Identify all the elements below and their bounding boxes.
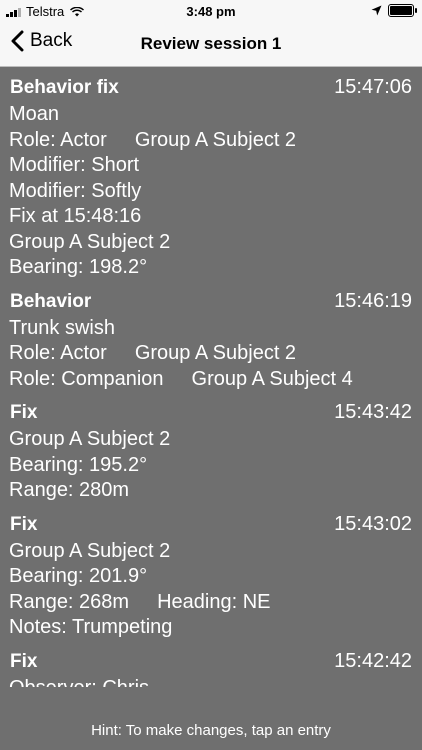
entry-detail-line: Trunk swish: [0, 316, 422, 342]
entry-detail-line: Notes: Trumpeting: [0, 615, 422, 641]
entry-detail-text: Group A Subject 2: [9, 428, 171, 450]
entry-detail-text: Notes: Trumpeting: [9, 616, 173, 638]
entry-detail-text: Group A Subject 4: [191, 367, 353, 390]
log-entry[interactable]: Behavior 15:46:19 Trunk swish Role: Actor Gr…: [0, 281, 422, 393]
entry-detail-line: Range: 268m Heading: NE: [0, 590, 422, 616]
location-arrow-icon: [371, 5, 382, 16]
entry-time: 15:43:42: [334, 401, 412, 423]
entry-detail-text: Bearing: 195.2°: [9, 453, 148, 476]
log-entry[interactable]: Fix 15:43:02 Group A Subject 2 Bearing: 201…: [0, 504, 422, 641]
entry-type: Fix: [10, 513, 38, 535]
clock: 3:48 pm: [186, 4, 236, 19]
battery-level-fill: [390, 6, 412, 15]
entry-detail-text: Range: 280m: [9, 479, 130, 501]
entry-time: 15:47:06: [334, 76, 412, 98]
entry-header: Fix 15:43:02: [0, 504, 422, 536]
entry-header: Fix 15:42:42: [0, 641, 422, 673]
entry-detail-text: Group A Subject 2: [9, 230, 171, 253]
page-title: Review session 1: [140, 34, 282, 53]
entry-type: Behavior fix: [10, 77, 119, 98]
entry-time: 15:43:02: [334, 512, 412, 535]
entry-type: Fix: [10, 650, 38, 672]
entry-detail-text: Trunk swish: [9, 316, 115, 339]
log-entry[interactable]: Fix 15:42:42 Observer: Chris: [0, 641, 422, 688]
hint-text: Hint: To make changes, tap an entry: [91, 722, 331, 739]
entry-detail-line: Role: Actor Group A Subject 2: [0, 341, 422, 367]
entry-detail-line: Fix at 15:48:16: [0, 204, 422, 230]
entry-detail-text: Group A Subject 2: [134, 128, 297, 151]
entry-detail-text: Bearing: 198.2°: [9, 256, 148, 278]
entry-details: Moan Role: Actor Group A Subject 2 Modifier…: [0, 99, 422, 281]
navigation-bar: Back Review session 1: [0, 22, 422, 67]
entry-detail-line: Group A Subject 2: [0, 427, 422, 453]
entry-header: Behavior fix 15:47:06: [0, 67, 422, 99]
entry-detail-line: Bearing: 195.2°: [0, 453, 422, 479]
entry-detail-line: Role: Companion Group A Subject 4: [0, 367, 422, 393]
entry-header: Fix 15:43:42: [0, 392, 422, 424]
entry-detail-text: Range: 268m: [9, 590, 130, 613]
entry-time: 15:46:19: [334, 289, 412, 312]
entries-list: Behavior fix 15:47:06 Moan Role: Actor Group…: [0, 67, 422, 687]
entry-type: Fix: [10, 402, 38, 423]
entry-detail-text: Role: Actor: [9, 128, 107, 151]
entry-detail-text: Modifier: Softly: [9, 179, 142, 202]
entry-detail-text: Moan: [9, 103, 60, 125]
entry-detail-text: Group A Subject 2: [134, 342, 297, 364]
entry-detail-line: Group A Subject 2: [0, 230, 422, 256]
entry-detail-text: Group A Subject 2: [9, 539, 171, 562]
entry-time: 15:42:42: [334, 649, 412, 672]
entry-details: Observer: Chris: [0, 673, 422, 688]
entry-detail-line: Modifier: Short: [0, 153, 422, 179]
entry-detail-line: Bearing: 198.2°: [0, 255, 422, 281]
entry-detail-line: Group A Subject 2: [0, 539, 422, 565]
battery-icon: [388, 4, 417, 17]
entry-details: Group A Subject 2 Bearing: 195.2° Range: 2…: [0, 424, 422, 504]
entry-detail-line: Range: 280m: [0, 478, 422, 504]
entry-detail-text: Observer: Chris: [9, 677, 149, 688]
log-entry[interactable]: Behavior fix 15:47:06 Moan Role: Actor Group…: [0, 67, 422, 281]
entry-detail-line: Observer: Chris: [0, 676, 422, 688]
entry-type: Behavior: [10, 290, 92, 312]
entry-details: Trunk swish Role: Actor Group A Subject 2R…: [0, 313, 422, 393]
entry-detail-text: Modifier: Short: [9, 154, 140, 176]
entry-detail-text: Heading: NE: [157, 590, 271, 613]
entry-detail-text: Fix at 15:48:16: [9, 205, 142, 227]
entry-detail-line: Role: Actor Group A Subject 2: [0, 128, 422, 154]
log-entry[interactable]: Fix 15:43:42 Group A Subject 2 Bearing: 195…: [0, 392, 422, 504]
status-bar: Telstra 3:48 pm: [0, 0, 422, 22]
entry-header: Behavior 15:46:19: [0, 281, 422, 313]
status-right: [371, 4, 417, 17]
entry-details: Group A Subject 2 Bearing: 201.9° Range: 2…: [0, 536, 422, 641]
entry-detail-text: Bearing: 201.9°: [9, 565, 148, 587]
entry-detail-line: Modifier: Softly: [0, 179, 422, 205]
entry-detail-line: Bearing: 201.9°: [0, 564, 422, 590]
entry-detail-text: Role: Companion: [9, 367, 164, 390]
entry-detail-line: Moan: [0, 102, 422, 128]
entry-detail-text: Role: Actor: [9, 342, 107, 364]
